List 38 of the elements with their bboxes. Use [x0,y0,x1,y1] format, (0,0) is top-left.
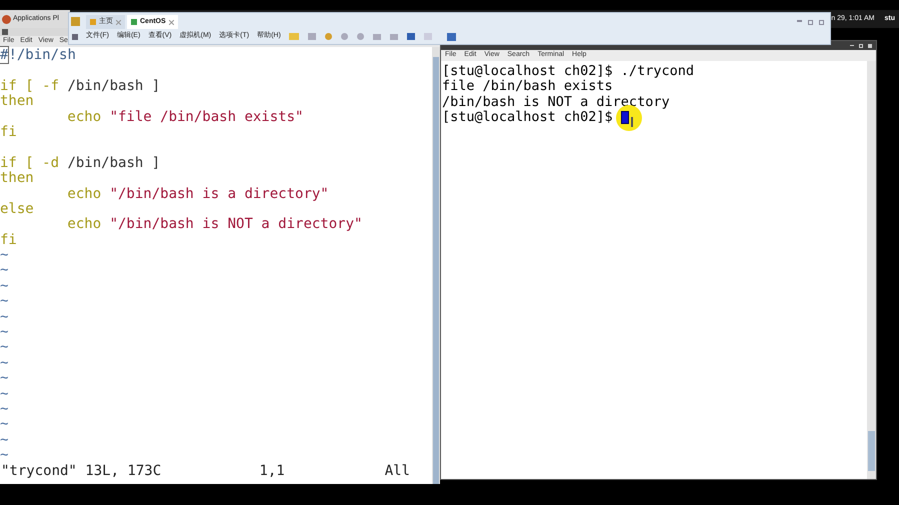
code-line: if [ -f /bin/bash ] [0,78,160,94]
terminal-line: /bin/bash is NOT a directory [442,94,670,110]
empty-line-marker: ~ [0,339,8,356]
code-line: #!/bin/sh [0,47,76,63]
empty-line-marker: ~ [0,386,8,402]
empty-line-marker: ~ [0,247,8,264]
terminal-line: [stu@localhost ch02]$ ./trycond [442,64,694,80]
empty-line-marker: ~ [0,447,8,464]
empty-line-marker: ~ [0,262,8,278]
code-line: fi [0,232,17,248]
code-line: then [0,170,34,186]
empty-line-marker: ~ [0,308,8,325]
empty-line-marker: ~ [0,400,8,417]
empty-line-marker: ~ [0,416,8,432]
empty-line-marker: ~ [0,370,8,386]
apps-icon [2,14,11,24]
code-line: if [ -d /bin/bash ] [0,154,160,171]
empty-line-marker: ~ [0,324,8,340]
cursor-position: 1,1 [259,464,285,479]
code-line: then [0,93,34,110]
scrollbar[interactable] [867,61,876,479]
empty-line-marker: ~ [0,278,8,294]
terminal-line: file /bin/bash exists [442,79,613,95]
status-file-info: "trycond" 13L, 173C [1,464,162,479]
code-line: echo "/bin/bash is a directory" [66,186,329,202]
terminal-line: [stu@localhost ch02]$ [442,110,614,126]
code-line: echo "file /bin/bash exists" [66,108,304,125]
code-line: fi [0,124,17,140]
empty-line-marker: ~ [0,354,8,371]
restore-icon[interactable] [808,20,813,25]
empty-line-marker: ~ [0,432,8,448]
code-line: else [0,200,34,217]
code-line: echo "/bin/bash is NOT a directory" [66,216,362,232]
maximize-icon[interactable] [859,44,863,48]
scrollbar[interactable] [432,47,440,484]
scroll-position: All [384,464,410,479]
close-icon[interactable] [868,44,872,48]
empty-line-marker: ~ [0,293,8,310]
